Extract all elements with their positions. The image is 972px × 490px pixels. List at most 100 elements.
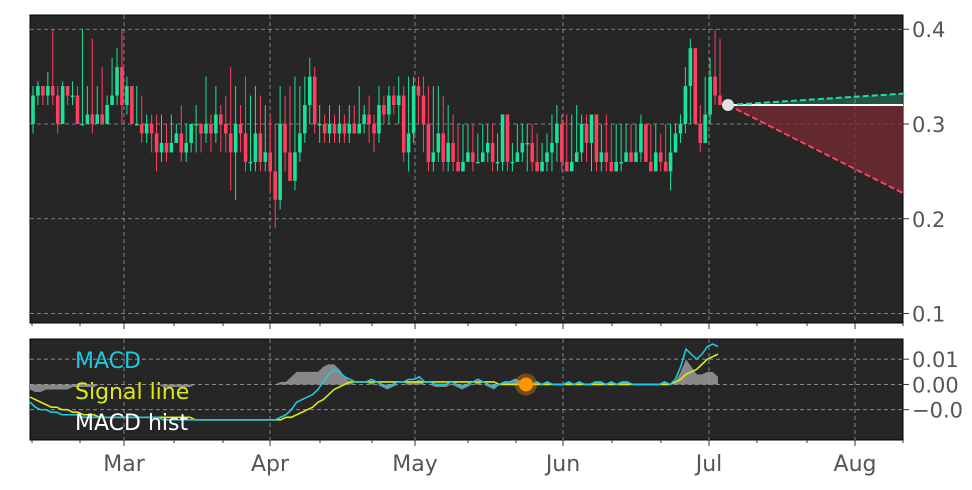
candle-body — [510, 161, 515, 164]
candle-body — [199, 123, 203, 134]
candle-body — [317, 123, 322, 126]
candle-body — [392, 95, 396, 106]
candle-body — [85, 114, 90, 124]
candle-body — [589, 114, 594, 143]
candle-body — [233, 123, 238, 153]
candle-body — [243, 133, 248, 162]
candle-body — [411, 86, 416, 134]
candle-body — [485, 142, 490, 153]
candle-body — [362, 114, 366, 124]
candle-body — [253, 133, 258, 162]
candle-body — [337, 123, 342, 134]
candle-body — [288, 152, 292, 181]
candle-body — [594, 114, 599, 162]
candle-body — [169, 142, 174, 153]
candle-body — [624, 152, 628, 162]
macd-ytick-label: 0.01 — [912, 348, 959, 372]
candle-body — [214, 114, 218, 134]
candle-body — [619, 161, 623, 164]
xtick-label-may: May — [392, 452, 437, 477]
candle-body — [421, 95, 426, 124]
candle-body — [708, 76, 712, 115]
candle-body — [698, 123, 703, 143]
xtick-label-jun: Jun — [544, 452, 580, 477]
candle-75 — [401, 86, 406, 162]
candle-57 — [312, 67, 317, 134]
candle-body — [476, 161, 480, 164]
candle-body — [688, 48, 693, 87]
candle-body — [629, 152, 633, 162]
candle-body — [100, 114, 104, 124]
candle-body — [36, 86, 40, 96]
legend-signal-line: Signal line — [75, 380, 189, 405]
candle-body — [668, 152, 673, 172]
candle-body — [614, 161, 618, 172]
candle-body — [322, 123, 327, 134]
candle-body — [130, 86, 134, 124]
candle-body — [574, 152, 579, 162]
candle-body — [535, 161, 539, 172]
candle-body — [125, 86, 129, 106]
candle-134 — [693, 48, 698, 124]
candle-body — [431, 152, 436, 162]
candle-body — [347, 123, 352, 134]
last-close-marker — [722, 99, 734, 112]
candle-body — [713, 76, 717, 96]
candle-body — [80, 123, 85, 126]
candle-body — [60, 86, 65, 124]
candle-body — [653, 152, 658, 172]
candle-6 — [60, 81, 65, 124]
xtick-label-jul: Jul — [694, 452, 723, 477]
candle-body — [545, 152, 549, 162]
candle-body — [673, 133, 678, 153]
candle-body — [456, 161, 460, 172]
candle-body — [678, 123, 683, 134]
candle-body — [416, 86, 421, 96]
candle-body — [357, 123, 361, 134]
candle-body — [644, 123, 648, 162]
candle-body — [55, 95, 60, 124]
candle-body — [401, 95, 406, 153]
candle-body — [372, 123, 376, 134]
xtick-label-mar: Mar — [103, 452, 145, 477]
candle-body — [599, 152, 604, 162]
macd-ytick-label: −0.0 — [912, 399, 963, 423]
stock-chart: 0.1 0.2 0.3 0.4 MACD Signal line MACD hist 0.01… — [0, 0, 972, 486]
candle-body — [189, 123, 193, 143]
candle-body — [663, 161, 668, 172]
candle-body — [530, 142, 534, 162]
candle-body — [90, 114, 95, 124]
candle-body — [223, 123, 228, 134]
candle-body — [228, 133, 233, 153]
price-ytick-label: 0.4 — [912, 18, 945, 42]
chart-svg: 0.1 0.2 0.3 0.4 MACD Signal line MACD hist 0.01… — [29, 14, 963, 477]
candle-body — [584, 123, 589, 143]
candle-body — [179, 133, 184, 153]
candle-body — [46, 86, 50, 96]
candle-body — [307, 76, 312, 106]
candle-body — [135, 123, 139, 126]
candle-body — [604, 152, 609, 162]
candle-body — [441, 133, 446, 162]
candle-body — [426, 123, 431, 162]
candle-body — [703, 114, 707, 143]
candle-body — [303, 105, 307, 134]
candle-body — [406, 133, 411, 153]
xtick-label-aug: Aug — [834, 452, 877, 477]
xtick-label-apr: Apr — [251, 452, 290, 477]
candle-body — [490, 142, 495, 162]
crossover-marker — [519, 377, 533, 392]
candle-body — [352, 123, 357, 134]
macd-ytick-label: 0.00 — [912, 373, 959, 397]
candle-body — [495, 161, 500, 164]
candle-body — [65, 86, 70, 96]
candle-body — [550, 142, 554, 153]
candle-body — [540, 161, 544, 172]
candle-body — [332, 123, 337, 134]
candle-body — [164, 142, 169, 153]
candle-body — [209, 123, 213, 134]
candle-body — [387, 95, 391, 115]
candle-body — [248, 161, 253, 164]
candle-body — [525, 142, 530, 145]
candle-body — [658, 152, 663, 162]
